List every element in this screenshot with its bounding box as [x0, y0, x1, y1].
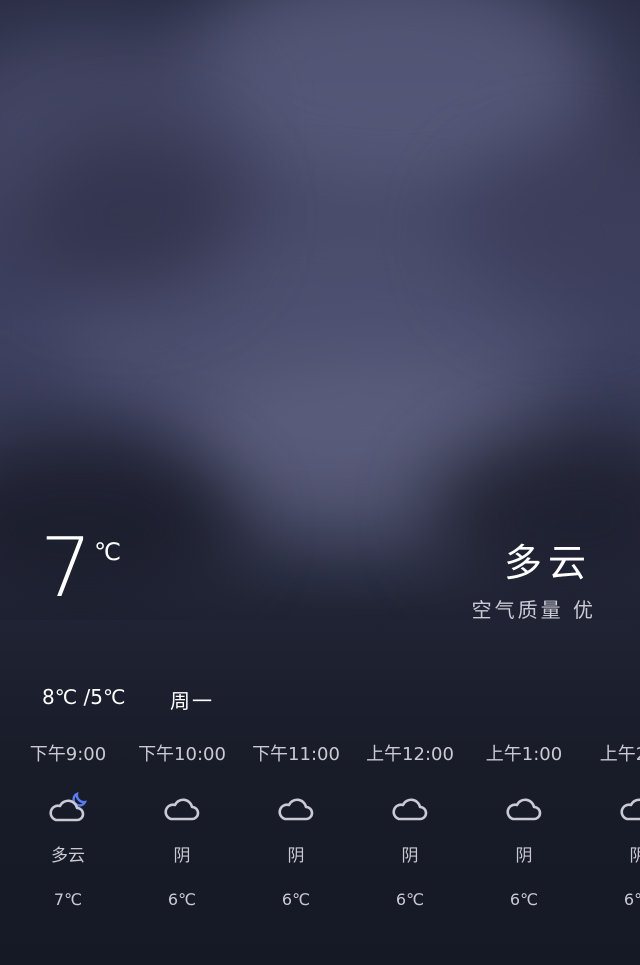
hour-time: 上午2:00 [599, 744, 640, 765]
hour-condition: 阴 [287, 846, 305, 866]
hour-condition: 阴 [401, 846, 419, 866]
hour-condition: 多云 [51, 846, 85, 866]
hour-time: 上午12:00 [366, 744, 454, 765]
hourly-item[interactable]: 上午12:00 阴 6℃ [355, 740, 465, 912]
cloud-icon [355, 782, 465, 832]
hour-condition: 阴 [173, 846, 191, 866]
hour-time: 上午1:00 [485, 744, 563, 765]
current-condition: 多云 [503, 541, 592, 585]
cloud-icon [127, 782, 237, 832]
air-quality[interactable]: 空气质量 优 [472, 594, 596, 623]
hour-temperature: 6℃ [395, 890, 425, 909]
weekday-label: 周一 [170, 689, 214, 713]
partly-cloudy-night-icon [13, 782, 123, 832]
temperature-range: 8℃ /5℃ [42, 685, 126, 709]
current-temperature: 7 [40, 521, 93, 616]
cloud-icon [241, 782, 351, 832]
temperature-unit: ℃ [94, 538, 121, 566]
hour-time: 下午9:00 [29, 744, 107, 765]
hour-temperature: 6℃ [623, 890, 640, 909]
hour-temperature: 6℃ [167, 890, 197, 909]
cloud-icon [469, 782, 579, 832]
hourly-item[interactable]: 下午11:00 阴 6℃ [241, 740, 351, 912]
cloudy-sky-background [0, 0, 640, 620]
hourly-item[interactable]: 下午9:00 多云 7℃ [13, 740, 123, 912]
hourly-item[interactable]: 上午1:00 阴 6℃ [469, 740, 579, 912]
hour-temperature: 7℃ [53, 890, 83, 909]
hourly-item[interactable]: 下午10:00 阴 6℃ [127, 740, 237, 912]
weather-screen: 7 ℃ 多云 空气质量 优 8℃ /5℃ 周一 下午9:00 多云 7℃ 下午1… [0, 0, 640, 965]
hour-temperature: 6℃ [281, 890, 311, 909]
hour-time: 下午11:00 [252, 744, 340, 765]
hour-condition: 阴 [515, 846, 533, 866]
hour-condition: 阴 [629, 846, 640, 866]
hour-time: 下午10:00 [138, 744, 226, 765]
hour-temperature: 6℃ [509, 890, 539, 909]
hourly-forecast-list[interactable]: 下午9:00 多云 7℃ 下午10:00 阴 6℃ 下午11:00 阴 6℃ 上… [0, 740, 640, 940]
hourly-item[interactable]: 上午2:00 阴 6℃ [583, 740, 640, 912]
cloud-icon [583, 782, 640, 832]
